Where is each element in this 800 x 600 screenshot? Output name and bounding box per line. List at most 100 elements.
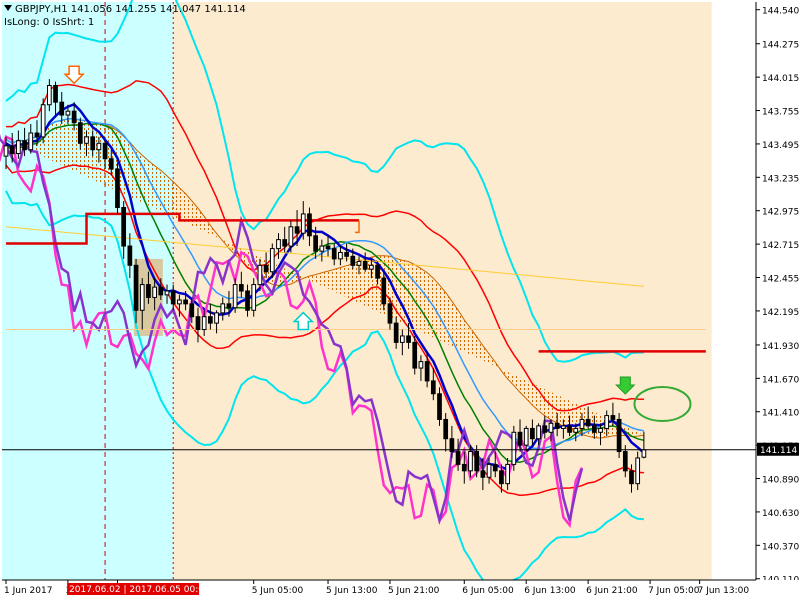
candle-body	[269, 248, 275, 273]
candle-body	[208, 316, 213, 324]
candle-body	[350, 255, 356, 266]
candle-body	[523, 427, 529, 446]
candle-body	[480, 470, 486, 478]
candle-body	[84, 136, 89, 144]
candle-body	[610, 415, 616, 420]
candle-body	[406, 335, 411, 343]
time-tick-label: 6 Jun 13:00	[524, 586, 576, 596]
candle-body	[369, 264, 374, 270]
dropdown-triangle-icon[interactable]	[4, 5, 12, 11]
candle-body	[511, 431, 517, 465]
candle-body	[492, 463, 498, 472]
time-tick-label: 6 Jun 21:00	[586, 586, 638, 596]
time-tick-label: 6 Jun 05:00	[462, 586, 514, 596]
price-tick-label: 143.235	[762, 174, 799, 184]
candle-body	[313, 235, 319, 252]
candle-body	[238, 284, 244, 292]
candle-body	[536, 425, 541, 440]
candle-body	[387, 303, 393, 324]
candle-body	[375, 264, 380, 279]
candle-body	[263, 264, 269, 273]
candle-body	[121, 207, 127, 247]
candle-body	[437, 393, 442, 420]
candle-body	[276, 239, 281, 250]
candle-body	[294, 226, 300, 234]
period-marker-label: 2017.06.02 | 2017.06.05 00:00	[69, 585, 210, 595]
candle-body	[195, 316, 201, 331]
candle-body	[189, 303, 195, 318]
time-tick-label: 5 Jun 13:00	[326, 586, 378, 596]
candle-body	[591, 425, 597, 433]
candle-body	[71, 110, 77, 124]
candle-body	[245, 290, 250, 311]
price-tick-label: 140.890	[762, 476, 799, 486]
candle-body	[622, 451, 628, 472]
candle-body	[65, 110, 71, 116]
price-chart[interactable]: 144.540 144.275 144.015 143.755 143.495 143.2…	[0, 0, 800, 600]
time-tick-label: 5 Jun 05:00	[252, 586, 304, 596]
price-tick-label: 140.630	[762, 509, 799, 519]
price-tick-label: 140.370	[762, 542, 799, 552]
price-tick-label: 144.275	[762, 41, 799, 51]
candle-body	[152, 286, 157, 298]
candle-body	[226, 303, 232, 309]
price-tick-label: 143.755	[762, 108, 799, 118]
candle-body	[362, 260, 368, 270]
candle-body	[486, 463, 492, 478]
candle-body	[282, 239, 288, 247]
ohlc-readout: GBPJPY,H1 141.056 141.255 141.047 141.11…	[15, 4, 246, 15]
candle-body	[115, 168, 120, 209]
candle-body	[96, 142, 102, 151]
candle-body	[517, 431, 523, 446]
candle-body	[430, 380, 436, 395]
candle-body	[561, 425, 566, 429]
candle-body	[28, 132, 34, 151]
candle-body	[164, 290, 170, 296]
candle-body	[133, 264, 139, 311]
candle-body	[183, 299, 188, 305]
price-tick-label: 144.015	[762, 74, 799, 84]
candle-body	[40, 104, 46, 138]
candle-body	[567, 425, 572, 433]
candle-body	[201, 316, 207, 331]
candle-body	[629, 470, 634, 485]
candle-body	[214, 312, 219, 324]
candle-body	[505, 463, 510, 485]
price-tick-label: 141.410	[762, 409, 799, 419]
candle-body	[220, 303, 226, 314]
candle-body	[59, 101, 65, 116]
candle-body	[579, 418, 585, 429]
candle-body	[412, 341, 418, 369]
price-tick-label: 141.930	[762, 342, 799, 352]
candle-body	[455, 451, 461, 465]
price-label: 141.114	[760, 446, 797, 456]
candle-body	[381, 277, 387, 305]
price-tick-label: 142.715	[762, 241, 799, 251]
candle-body	[288, 226, 294, 247]
candle-body	[146, 284, 151, 298]
candle-body	[34, 132, 40, 138]
candle-body	[16, 140, 21, 155]
price-axis: 144.540 144.275 144.015 143.755 143.495 143.2…	[755, 0, 800, 600]
candle-body	[418, 361, 424, 369]
candle-body	[325, 245, 331, 250]
candle-body	[573, 427, 579, 433]
candle-body	[338, 251, 343, 260]
ea-status: IsLong: 0 IsShrt: 1	[4, 17, 95, 28]
candle-body	[393, 322, 399, 343]
candle-body	[554, 422, 560, 429]
candle-body	[548, 422, 554, 433]
candle-body	[499, 470, 504, 485]
candle-body	[443, 418, 449, 440]
candle-body	[468, 451, 473, 472]
candle-body	[598, 427, 603, 433]
candle-body	[635, 457, 641, 485]
time-tick-label: 7 Jun 05:00	[648, 586, 700, 596]
candle-body	[542, 425, 548, 433]
candle-body	[424, 361, 430, 382]
candle-body	[344, 251, 349, 257]
candle-body	[232, 284, 238, 309]
price-tick-label: 141.670	[762, 375, 799, 385]
candle-body	[102, 142, 108, 160]
candle-body	[170, 290, 176, 305]
